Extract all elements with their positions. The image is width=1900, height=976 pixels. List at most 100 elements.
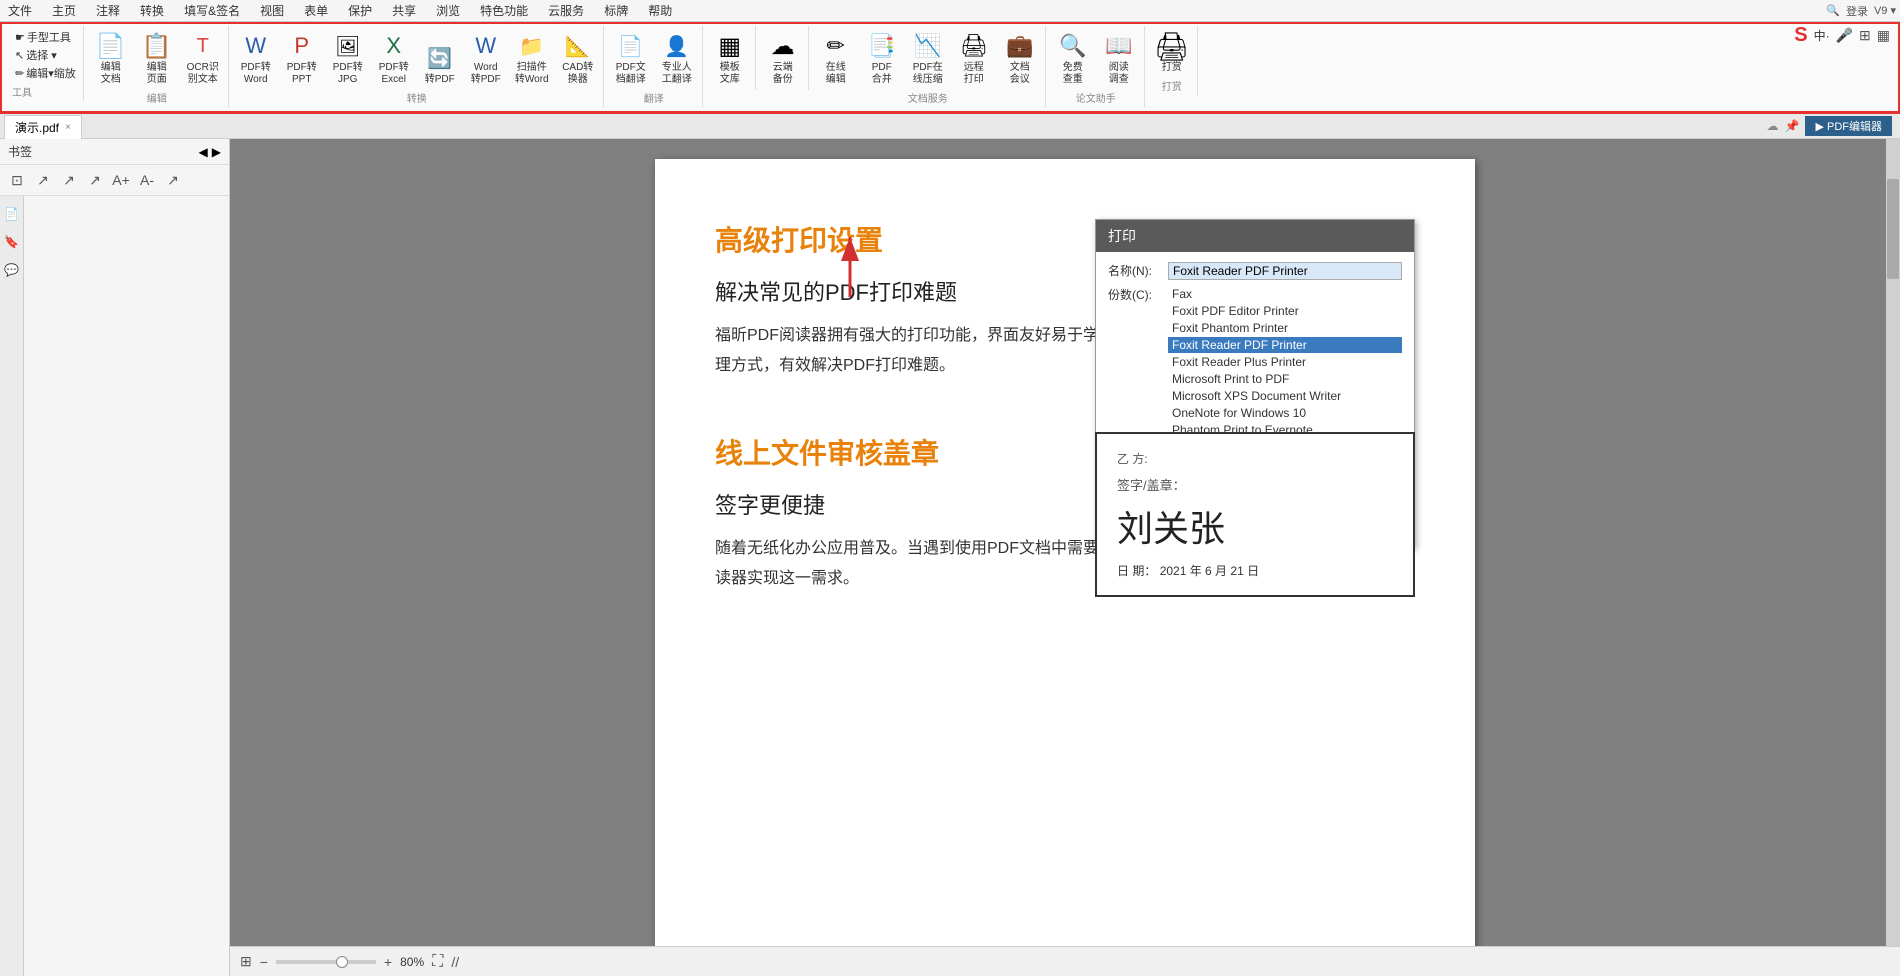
pdf-translate-btn[interactable]: 📄 PDF文档翻译 bbox=[610, 28, 652, 88]
menu-cloud[interactable]: 云服务 bbox=[544, 0, 588, 21]
zoom-slider-thumb[interactable] bbox=[336, 956, 348, 968]
menu-convert[interactable]: 转换 bbox=[136, 0, 168, 21]
printer-item-onenote[interactable]: OneNote for Windows 10 bbox=[1168, 405, 1402, 421]
sidebar-back-icon[interactable]: ◀ bbox=[199, 145, 208, 159]
zoom-value: 80% bbox=[400, 955, 424, 969]
sidebar-tool-6[interactable]: A- bbox=[136, 169, 158, 191]
pdf-merge-label: PDF合并 bbox=[872, 62, 892, 86]
menu-share[interactable]: 共享 bbox=[388, 0, 420, 21]
template-icon: ▦ bbox=[714, 30, 746, 62]
tools-group-label: 工具 bbox=[12, 84, 32, 99]
sidebar-icon-annotation[interactable]: 💬 bbox=[2, 260, 22, 280]
online-icons-row: ✏ 在线编辑 📑 PDF合并 📉 PDF在线压缩 🖨 远程打印 💼 bbox=[815, 28, 1041, 88]
pdf-to-excel-btn[interactable]: X PDF转Excel bbox=[373, 28, 415, 88]
menu-help[interactable]: 帮助 bbox=[644, 0, 676, 21]
ocr-btn[interactable]: T OCR识别文本 bbox=[182, 28, 224, 88]
pdf-to-word-btn[interactable]: W PDF转Word bbox=[235, 28, 277, 88]
sidebar-tool-1[interactable]: ⊡ bbox=[6, 169, 28, 191]
online-edit-btn[interactable]: ✏ 在线编辑 bbox=[815, 28, 857, 88]
edit-page-btn[interactable]: 📋 编辑页面 bbox=[136, 28, 178, 88]
scan-to-word-btn[interactable]: 📁 扫描件转Word bbox=[511, 28, 553, 88]
menu-file[interactable]: 文件 bbox=[4, 0, 36, 21]
printer-item-fax[interactable]: Fax bbox=[1168, 286, 1402, 302]
fullscreen-icon[interactable]: ⛶ bbox=[432, 953, 443, 971]
pdf-compress-btn[interactable]: 📉 PDF在线压缩 bbox=[907, 28, 949, 88]
sidebar-icon-bookmark[interactable]: 🔖 bbox=[2, 232, 22, 252]
sidebar-tool-2[interactable]: ↗ bbox=[32, 169, 54, 191]
tab-close-btn[interactable]: × bbox=[65, 122, 71, 133]
thumbnail-icon[interactable]: ⊞ bbox=[240, 953, 252, 970]
ribbon-template-group: ▦ 模板文库 bbox=[705, 26, 756, 90]
pro-translate-btn[interactable]: 👤 专业人工翻译 bbox=[656, 28, 698, 88]
zoom-minus-btn[interactable]: − bbox=[260, 954, 268, 970]
edit-zoom-btn[interactable]: ✏ 编辑▾缩放 bbox=[12, 64, 79, 82]
sidebar-tool-4[interactable]: ↗ bbox=[84, 169, 106, 191]
menu-form[interactable]: 表单 bbox=[300, 0, 332, 21]
to-pdf-btn[interactable]: 🔄 转PDF bbox=[419, 40, 461, 88]
sidebar-tool-5[interactable]: A+ bbox=[110, 169, 132, 191]
translate-icons-row: 📄 PDF文档翻译 👤 专业人工翻译 bbox=[610, 28, 698, 88]
grid-icon[interactable]: ▦ bbox=[1877, 27, 1890, 44]
cloud-backup-btn[interactable]: ☁ 云端备份 bbox=[762, 28, 804, 88]
sidebar-tool-7[interactable]: ↗ bbox=[162, 169, 184, 191]
menu-special[interactable]: 特色功能 bbox=[476, 0, 532, 21]
sidebar-content: 📄 🔖 💬 bbox=[0, 196, 229, 976]
menu-protect[interactable]: 保护 bbox=[344, 0, 376, 21]
cloud-icons-row: ☁ 云端备份 bbox=[762, 28, 804, 88]
menu-browse[interactable]: 浏览 bbox=[432, 0, 464, 21]
print-name-field[interactable] bbox=[1168, 262, 1402, 280]
print-name-input[interactable] bbox=[1168, 262, 1402, 280]
print-dialog-header: 打印 bbox=[1096, 220, 1414, 252]
signature-date: 日 期： 2021 年 6 月 21 日 bbox=[1117, 562, 1393, 579]
pro-translate-label: 专业人工翻译 bbox=[662, 62, 692, 86]
pdf-to-ppt-btn[interactable]: P PDF转PPT bbox=[281, 28, 323, 88]
zoom-slider[interactable] bbox=[276, 960, 376, 964]
hand-tool-btn[interactable]: ☛ 手型工具 bbox=[12, 28, 74, 46]
printer-item-foxit-editor[interactable]: Foxit PDF Editor Printer bbox=[1168, 303, 1402, 319]
signature-sign-label: 签字/盖章： bbox=[1117, 475, 1393, 494]
menu-signboard[interactable]: 标牌 bbox=[600, 0, 632, 21]
menu-annotation[interactable]: 注释 bbox=[92, 0, 124, 21]
printer-item-ms-xps[interactable]: Microsoft XPS Document Writer bbox=[1168, 388, 1402, 404]
login-label[interactable]: 登录 bbox=[1846, 3, 1868, 19]
pdf-to-jpg-btn[interactable]: 🖼 PDF转JPG bbox=[327, 28, 369, 88]
menu-view[interactable]: 视图 bbox=[256, 0, 288, 21]
printer-item-foxit-reader-plus[interactable]: Foxit Reader Plus Printer bbox=[1168, 354, 1402, 370]
sidebar-tool-3[interactable]: ↗ bbox=[58, 169, 80, 191]
free-check-btn[interactable]: 🔍 免费查重 bbox=[1052, 28, 1094, 88]
cad-convert-btn[interactable]: 📐 CAD转换器 bbox=[557, 28, 599, 88]
doc-meeting-btn[interactable]: 💼 文档会议 bbox=[999, 28, 1041, 88]
scrollbar-thumb[interactable] bbox=[1887, 179, 1899, 279]
reading-survey-btn[interactable]: 📖 阅读调查 bbox=[1098, 28, 1140, 88]
thesis-group-label: 论文助手 bbox=[1052, 90, 1140, 105]
print-reward-btn[interactable]: 🖨 打赏 bbox=[1151, 28, 1193, 76]
menu-fill-sign[interactable]: 填写&签名 bbox=[180, 0, 244, 21]
pdf-translate-label: PDF文档翻译 bbox=[616, 62, 646, 86]
pdf-merge-btn[interactable]: 📑 PDF合并 bbox=[861, 28, 903, 88]
sidebar-icon-page[interactable]: 📄 bbox=[2, 204, 22, 224]
sidebar-title: 书签 bbox=[8, 143, 32, 160]
mic-icon[interactable]: 🎤 bbox=[1836, 27, 1853, 44]
zoom-plus-btn[interactable]: + bbox=[384, 954, 392, 970]
sidebar-forward-icon[interactable]: ▶ bbox=[212, 145, 221, 159]
free-check-icon: 🔍 bbox=[1057, 30, 1089, 62]
pdf-scrollbar[interactable] bbox=[1886, 139, 1900, 946]
free-check-label: 免费查重 bbox=[1063, 62, 1083, 86]
screen-icon[interactable]: ⊞ bbox=[1859, 27, 1871, 44]
printer-item-ms-pdf[interactable]: Microsoft Print to PDF bbox=[1168, 371, 1402, 387]
printer-item-foxit-reader[interactable]: Foxit Reader PDF Printer bbox=[1168, 337, 1402, 353]
remote-print-btn[interactable]: 🖨 远程打印 bbox=[953, 28, 995, 88]
main-area: 书签 ◀ ▶ ⊡ ↗ ↗ ↗ A+ A- ↗ 📄 🔖 💬 bbox=[0, 139, 1900, 976]
edit-doc-btn[interactable]: 📄 编辑文档 bbox=[90, 28, 132, 88]
tab-demo-pdf[interactable]: 演示.pdf × bbox=[4, 115, 82, 139]
select-tool-btn[interactable]: ↖ 选择 ▾ bbox=[12, 46, 60, 64]
word-to-pdf-btn[interactable]: W Word转PDF bbox=[465, 28, 507, 88]
ime-label[interactable]: 中· bbox=[1814, 27, 1830, 44]
ocr-icon: T bbox=[187, 30, 219, 62]
menu-home[interactable]: 主页 bbox=[48, 0, 80, 21]
pdf-editor-label[interactable]: ▶ PDF编辑器 bbox=[1805, 116, 1892, 136]
template-btn[interactable]: ▦ 模板文库 bbox=[709, 28, 751, 88]
search-input-area[interactable]: 🔍 bbox=[1826, 4, 1840, 17]
printer-item-foxit-phantom[interactable]: Foxit Phantom Printer bbox=[1168, 320, 1402, 336]
thesis-icons-row: 🔍 免费查重 📖 阅读调查 bbox=[1052, 28, 1140, 88]
